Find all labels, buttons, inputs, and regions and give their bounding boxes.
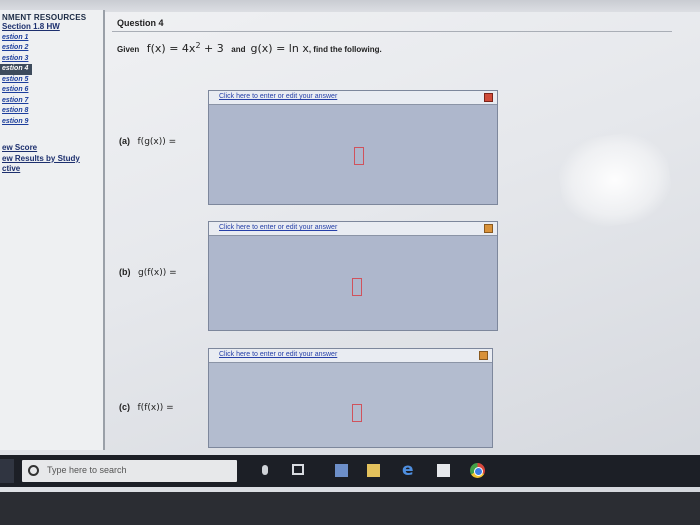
screen: NMENT RESOURCES Section 1.8 HW estion 1 … (0, 0, 700, 492)
microphone-icon[interactable] (262, 465, 268, 475)
edit-answer-link-b[interactable]: Click here to enter or edit your answer (219, 224, 337, 231)
part-label-c: (c) f(f(x)) = (119, 402, 174, 413)
store-icon[interactable] (335, 464, 348, 477)
part-c-expression: f(f(x)) = (137, 403, 174, 413)
part-a-expression: f(g(x)) = (137, 137, 177, 147)
screen-glare (554, 127, 676, 233)
answer-box-c[interactable] (352, 404, 362, 422)
part-label-a: (a) f(g(x)) = (119, 136, 176, 147)
answer-header-a: Click here to enter or edit your answer (209, 91, 497, 105)
question-title: Question 4 (117, 18, 164, 28)
answer-header-b: Click here to enter or edit your answer (209, 222, 497, 236)
sidebar-title: NMENT RESOURCES (2, 13, 87, 22)
answer-area-c[interactable]: Click here to enter or edit your answer (208, 348, 493, 448)
part-b-letter: (b) (119, 267, 131, 277)
question-prompt: Given f(x) = 4x2 + 3 and g(x) = ln x, fi… (117, 41, 382, 55)
edit-icon[interactable] (479, 351, 488, 360)
sidebar-item-question-7[interactable]: estion 7 (0, 96, 103, 107)
part-a-letter: (a) (119, 136, 130, 146)
g-definition: g(x) = ln x (250, 42, 309, 55)
f-definition: f(x) = 4x (146, 42, 196, 55)
answer-box-a[interactable] (354, 147, 364, 165)
edit-icon[interactable] (484, 224, 493, 233)
taskbar: Type here to search e (0, 455, 700, 487)
browser-top-bar (0, 0, 700, 12)
and-word: and (231, 45, 246, 54)
part-b-expression: g(f(x)) = (138, 268, 177, 278)
view-results-link[interactable]: ew Results by Study (0, 154, 103, 165)
sidebar-item-question-5[interactable]: estion 5 (0, 75, 103, 86)
taskbar-search-box[interactable]: Type here to search (22, 460, 237, 482)
edit-icon[interactable] (484, 93, 493, 102)
sidebar-item-question-8[interactable]: estion 8 (0, 106, 103, 117)
objective-link[interactable]: ctive (0, 164, 103, 175)
sidebar-section-link[interactable]: Section 1.8 HW (0, 22, 103, 33)
answer-area-a[interactable]: Click here to enter or edit your answer (208, 90, 498, 205)
part-label-b: (b) g(f(x)) = (119, 267, 177, 278)
view-score-link[interactable]: ew Score (0, 143, 103, 154)
edit-answer-link-a[interactable]: Click here to enter or edit your answer (219, 93, 337, 100)
task-view-icon[interactable] (292, 464, 304, 475)
question-panel: Question 4 Given f(x) = 4x2 + 3 and g(x)… (112, 14, 672, 454)
answer-area-b[interactable]: Click here to enter or edit your answer (208, 221, 498, 331)
assignment-resources-sidebar: NMENT RESOURCES Section 1.8 HW estion 1 … (0, 10, 105, 450)
mail-icon[interactable] (437, 464, 450, 477)
edge-browser-icon[interactable]: e (402, 461, 415, 479)
file-explorer-icon[interactable] (367, 464, 380, 477)
search-placeholder: Type here to search (47, 465, 127, 475)
sidebar-item-question-6[interactable]: estion 6 (0, 85, 103, 96)
question-divider (112, 31, 672, 32)
answer-header-c: Click here to enter or edit your answer (209, 349, 492, 363)
answer-box-b[interactable] (352, 278, 362, 296)
prompt-tail: , find the following. (308, 45, 382, 54)
edit-answer-link-c[interactable]: Click here to enter or edit your answer (219, 351, 337, 358)
given-word: Given (117, 45, 140, 54)
sidebar-item-question-2[interactable]: estion 2 (0, 43, 103, 54)
part-c-letter: (c) (119, 402, 130, 412)
sidebar-item-question-4[interactable]: estion 4 (0, 64, 32, 75)
sidebar-item-question-9[interactable]: estion 9 (0, 117, 103, 128)
start-button[interactable] (0, 459, 14, 483)
sidebar-item-question-3[interactable]: estion 3 (0, 54, 103, 65)
chrome-browser-icon[interactable] (470, 463, 485, 478)
f-constant: + 3 (200, 42, 224, 55)
sidebar-item-question-1[interactable]: estion 1 (0, 33, 103, 44)
search-icon (28, 465, 39, 476)
